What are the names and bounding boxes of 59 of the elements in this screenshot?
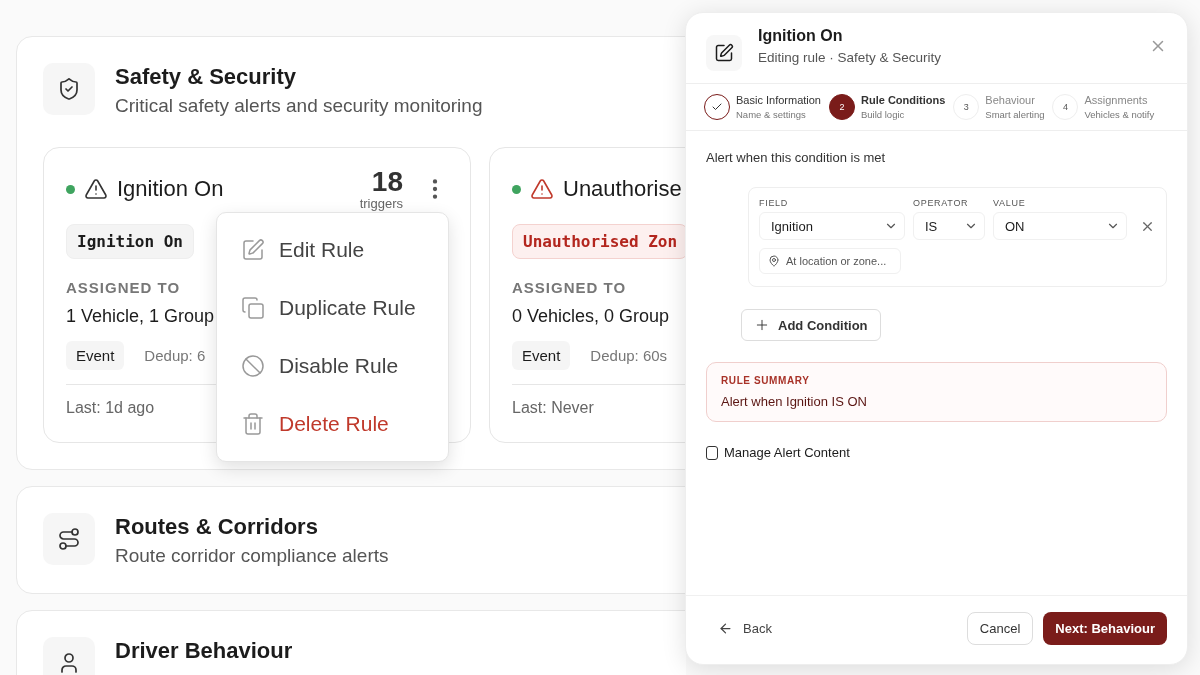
event-badge: Unauthorised Zon bbox=[512, 224, 686, 260]
step-tab[interactable]: 2 Rule Conditions Build logic bbox=[829, 94, 946, 120]
category-title: Driver Behaviour bbox=[115, 639, 293, 664]
category-icon bbox=[43, 513, 95, 566]
location-field[interactable]: At location or zone... bbox=[759, 248, 901, 274]
copy-icon bbox=[241, 296, 265, 321]
menu-item[interactable]: Edit Rule bbox=[217, 221, 448, 280]
assigned-value: 0 Vehicles, 0 Group bbox=[512, 306, 670, 328]
dedup-text: Dedup: 6 bbox=[144, 347, 206, 365]
menu-item[interactable]: Delete Rule bbox=[217, 395, 448, 454]
category-subtitle: Route corridor compliance alerts bbox=[115, 545, 389, 568]
last-triggered: Last: 1d ago bbox=[66, 399, 155, 418]
trash-icon bbox=[241, 412, 265, 437]
assigned-label: ASSIGNED TO bbox=[66, 279, 181, 297]
last-triggered: Last: Never bbox=[512, 399, 594, 418]
cancel-button[interactable]: Cancel bbox=[966, 612, 1034, 645]
column-label: VALUE bbox=[993, 198, 1027, 208]
select-field[interactable]: ON bbox=[993, 212, 1127, 240]
trigger-label: triggers bbox=[359, 195, 403, 211]
column-label: OPERATOR bbox=[913, 198, 970, 208]
select-field[interactable]: Ignition bbox=[759, 212, 905, 240]
checkbox-label[interactable]: Manage Alert Content bbox=[706, 445, 1167, 460]
rule-name: Unauthorise bbox=[563, 176, 682, 203]
menu-item[interactable]: Duplicate Rule bbox=[217, 279, 448, 338]
type-tag: Event bbox=[66, 341, 125, 371]
assigned-value: 1 Vehicle, 1 Group bbox=[66, 306, 215, 328]
add-condition-button[interactable]: Add Condition bbox=[741, 309, 881, 341]
event-badge: Ignition On bbox=[66, 224, 194, 260]
category-icon bbox=[43, 63, 95, 115]
pin-icon bbox=[768, 255, 780, 267]
step-tab[interactable]: 4 Assignments Vehicles & notify bbox=[1052, 94, 1155, 120]
edit-icon bbox=[706, 35, 742, 71]
step-tab[interactable]: 3 Behaviour Smart alerting bbox=[953, 94, 1045, 120]
assigned-label: ASSIGNED TO bbox=[512, 279, 627, 297]
rule-name: Ignition On bbox=[117, 176, 224, 203]
trigger-count: 18 bbox=[371, 167, 403, 196]
type-tag: Event bbox=[512, 341, 571, 371]
panel-title: Ignition On bbox=[758, 27, 844, 45]
plus-icon bbox=[754, 317, 770, 333]
next-button[interactable]: Next: Behaviour bbox=[1043, 612, 1167, 645]
step-indicator: 2 bbox=[829, 94, 855, 120]
column-label: FIELD bbox=[759, 198, 789, 208]
step-tab[interactable]: Basic Information Name & settings bbox=[704, 94, 821, 120]
checkbox[interactable] bbox=[706, 445, 718, 460]
category-title: Routes & Corridors bbox=[115, 515, 319, 540]
category-title: Safety & Security bbox=[115, 65, 297, 90]
step-indicator: 4 bbox=[1052, 94, 1079, 120]
step-indicator: 3 bbox=[953, 94, 980, 120]
summary-label: RULE SUMMARY bbox=[721, 375, 811, 386]
select-field[interactable]: IS bbox=[913, 212, 985, 240]
ban-icon bbox=[241, 354, 265, 379]
condition-prompt: Alert when this condition is met bbox=[706, 150, 887, 165]
summary-text: Alert when Ignition IS ON bbox=[721, 394, 868, 409]
dedup-text: Dedup: 60s bbox=[590, 347, 668, 365]
back-button[interactable]: Back bbox=[718, 621, 772, 636]
menu-item[interactable]: Disable Rule bbox=[217, 337, 448, 396]
edit-icon bbox=[241, 238, 265, 263]
category-subtitle: Critical safety alerts and security monitoring bbox=[115, 95, 483, 118]
panel-subtitle: Editing rule · Safety & Security bbox=[758, 50, 942, 65]
